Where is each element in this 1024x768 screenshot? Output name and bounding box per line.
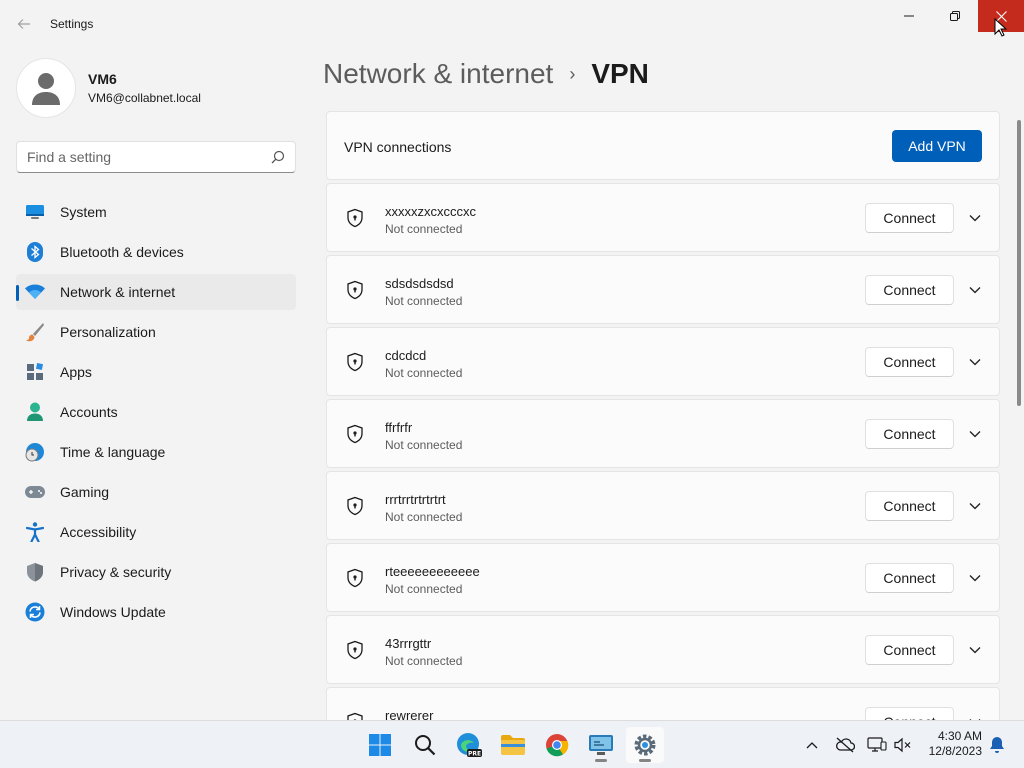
chrome-icon[interactable] [538, 727, 576, 763]
network-icon[interactable] [867, 735, 887, 755]
vpn-name: ffrfrfr [385, 420, 413, 435]
cloud-off-icon[interactable] [835, 735, 855, 755]
connect-button[interactable]: Connect [865, 707, 954, 720]
vpn-status: Not connected [385, 294, 463, 308]
connect-button[interactable]: Connect [865, 491, 954, 521]
vpn-status: Not connected [385, 510, 463, 524]
vpn-status: Not connected [385, 654, 463, 668]
chevron-down-icon[interactable] [965, 280, 985, 300]
vpn-connection-item[interactable]: rrrtrrtrtrtrtrt Not connected Connect [326, 471, 1000, 540]
vpn-connection-item[interactable]: xxxxxzxcxcccxc Not connected Connect [326, 183, 1000, 252]
vpn-status: Not connected [385, 222, 463, 236]
vpn-name: rewrerer [385, 708, 434, 720]
bell-icon[interactable] [987, 735, 1007, 755]
connect-button[interactable]: Connect [865, 203, 954, 233]
chevron-down-icon[interactable] [965, 496, 985, 516]
volume-muted-icon[interactable] [893, 735, 913, 755]
vpn-shield-icon [347, 280, 363, 300]
chevron-down-icon[interactable] [965, 424, 985, 444]
connect-button[interactable]: Connect [865, 563, 954, 593]
taskbar: PRE [0, 720, 1024, 768]
vpn-name: rrrtrrtrtrtrtrt [385, 492, 446, 507]
chevron-down-icon[interactable] [965, 208, 985, 228]
vpn-connection-item[interactable]: ffrfrfr Not connected Connect [326, 399, 1000, 468]
connect-button[interactable]: Connect [865, 635, 954, 665]
vpn-name: rteeeeeeeeeeee [385, 564, 480, 579]
monitor-icon[interactable] [582, 727, 620, 763]
vpn-connection-item[interactable]: rteeeeeeeeeeee Not connected Connect [326, 543, 1000, 612]
chevron-down-icon[interactable] [965, 640, 985, 660]
taskbar-search-icon[interactable] [406, 727, 444, 763]
vpn-status: Not connected [385, 438, 463, 452]
connect-button[interactable]: Connect [865, 347, 954, 377]
vpn-name: 43rrrgttr [385, 636, 432, 651]
vpn-name: sdsdsdsdsd [385, 276, 454, 291]
chevron-down-icon[interactable] [965, 568, 985, 588]
connect-button[interactable]: Connect [865, 419, 954, 449]
clock-time: 4:30 AM [937, 729, 982, 743]
scrollbar[interactable] [1017, 120, 1021, 406]
running-indicator [595, 759, 607, 762]
svg-text:PRE: PRE [468, 751, 481, 758]
edge-pre-icon[interactable]: PRE [450, 727, 488, 763]
vpn-connection-item[interactable]: cdcdcd Not connected Connect [326, 327, 1000, 396]
vpn-shield-icon [347, 568, 363, 588]
windows-start-icon[interactable] [361, 727, 399, 763]
chevron-down-icon[interactable] [965, 712, 985, 720]
vpn-name: cdcdcd [385, 348, 427, 363]
vpn-connection-item[interactable]: sdsdsdsdsd Not connected Connect [326, 255, 1000, 324]
vpn-shield-icon [347, 208, 363, 228]
folder-icon[interactable] [494, 727, 532, 763]
vpn-shield-icon [347, 424, 363, 444]
chevron-up-icon[interactable] [802, 735, 822, 755]
system-clock[interactable]: 4:30 AM 12/8/2023 [922, 729, 982, 759]
vpn-name: xxxxxzxcxcccxc [385, 204, 476, 219]
running-indicator [639, 759, 651, 762]
vpn-shield-icon [347, 352, 363, 372]
clock-date: 12/8/2023 [928, 744, 982, 758]
vpn-list: xxxxxzxcxcccxc Not connected Connect sds… [0, 0, 1024, 720]
vpn-connection-item[interactable]: 43rrrgttr Not connected Connect [326, 615, 1000, 684]
chevron-down-icon[interactable] [965, 352, 985, 372]
vpn-shield-icon [347, 640, 363, 660]
connect-button[interactable]: Connect [865, 275, 954, 305]
vpn-status: Not connected [385, 582, 463, 596]
vpn-connection-item[interactable]: rewrerer Connect [326, 687, 1000, 720]
vpn-shield-icon [347, 712, 363, 720]
gear-icon[interactable] [626, 727, 664, 763]
vpn-shield-icon [347, 496, 363, 516]
vpn-status: Not connected [385, 366, 463, 380]
